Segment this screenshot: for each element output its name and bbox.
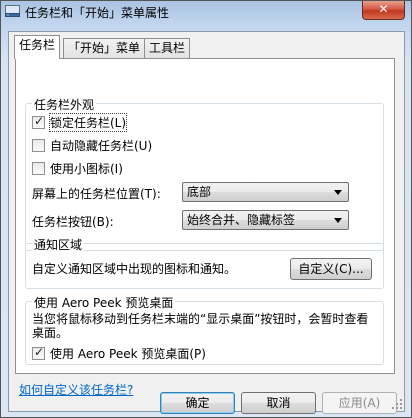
help-link[interactable]: 如何自定义该任务栏?: [19, 381, 133, 398]
tab-label: 「开始」菜单: [68, 41, 141, 55]
location-value: 底部: [187, 185, 212, 199]
apply-button-label: 应用(A): [338, 396, 381, 410]
window-title: 任务栏和「开始」菜单属性: [25, 6, 170, 20]
dialog-window: 任务栏和「开始」菜单属性 ✕ 任务栏 「开始」菜单 工具栏 任务栏外观 ✓ 锁定…: [0, 0, 412, 418]
ok-button-label: 确定: [185, 396, 210, 410]
customize-notifications-button[interactable]: 自定义(C)...: [290, 258, 372, 280]
location-label: 屏幕上的任务栏位置(T):: [32, 187, 161, 201]
aero-peek-group-title: 使用 Aero Peek 预览桌面: [32, 294, 176, 311]
aero-peek-checkbox[interactable]: ✓: [32, 345, 45, 360]
cancel-button-label: 取消: [266, 396, 291, 410]
buttons-value: 始终合并、隐藏标签: [187, 213, 296, 227]
tab-start-menu[interactable]: 「开始」菜单: [63, 38, 146, 58]
appearance-group-title: 任务栏外观: [32, 96, 97, 113]
check-icon: ✓: [34, 345, 45, 359]
check-icon: ✓: [34, 114, 45, 128]
chevron-down-icon: [334, 190, 342, 195]
cancel-button[interactable]: 取消: [241, 392, 316, 414]
lock-taskbar-checkbox[interactable]: ✓: [32, 114, 45, 129]
autohide-checkbox[interactable]: [32, 139, 45, 152]
notification-text: 自定义通知区域中出现的图标和通知。: [32, 262, 237, 276]
close-icon: ✕: [378, 2, 389, 16]
tab-label: 任务栏: [19, 38, 56, 52]
aero-peek-group: 使用 Aero Peek 预览桌面 当您将鼠标移动到任务栏末端的“显示桌面”按钮…: [25, 294, 384, 365]
close-button[interactable]: ✕: [362, 1, 405, 20]
apply-button: 应用(A): [322, 392, 397, 414]
buttons-select[interactable]: 始终合并、隐藏标签: [182, 210, 349, 230]
taskbar-app-icon: [5, 5, 20, 17]
buttons-label: 任务栏按钮(B):: [32, 215, 114, 229]
autohide-label[interactable]: 自动隐藏任务栏(U): [50, 137, 152, 154]
aero-peek-description: 当您将鼠标移动到任务栏末端的“显示桌面”按钮时，会暂时查看桌面。: [32, 312, 369, 340]
notification-group: 通知区域 自定义通知区域中出现的图标和通知。 自定义(C)...: [25, 236, 384, 289]
taskbar-tab-panel: 任务栏外观 ✓ 锁定任务栏(L) 自动隐藏任务栏(U) 使用小图标(I) 屏幕上…: [15, 58, 395, 397]
resize-grip-icon[interactable]: [391, 398, 403, 410]
notification-group-title: 通知区域: [32, 236, 85, 253]
location-select[interactable]: 底部: [182, 182, 349, 202]
dialog-client-area: 任务栏 「开始」菜单 工具栏 任务栏外观 ✓ 锁定任务栏(L) 自动隐藏任务栏(…: [8, 31, 405, 414]
lock-taskbar-label[interactable]: 锁定任务栏(L): [48, 113, 128, 132]
small-icons-checkbox[interactable]: [32, 162, 45, 175]
appearance-group: 任务栏外观 ✓ 锁定任务栏(L) 自动隐藏任务栏(U) 使用小图标(I) 屏幕上…: [25, 96, 384, 251]
aero-peek-label[interactable]: 使用 Aero Peek 预览桌面(P): [50, 345, 206, 362]
small-icons-label[interactable]: 使用小图标(I): [50, 160, 123, 177]
tab-toolbars[interactable]: 工具栏: [144, 38, 191, 58]
tab-label: 工具栏: [149, 41, 186, 55]
ok-button[interactable]: 确定: [160, 392, 235, 414]
tab-taskbar[interactable]: 任务栏: [14, 35, 61, 59]
title-bar[interactable]: 任务栏和「开始」菜单属性 ✕: [1, 1, 411, 25]
chevron-down-icon: [334, 218, 342, 223]
customize-button-label: 自定义(C)...: [298, 262, 364, 276]
